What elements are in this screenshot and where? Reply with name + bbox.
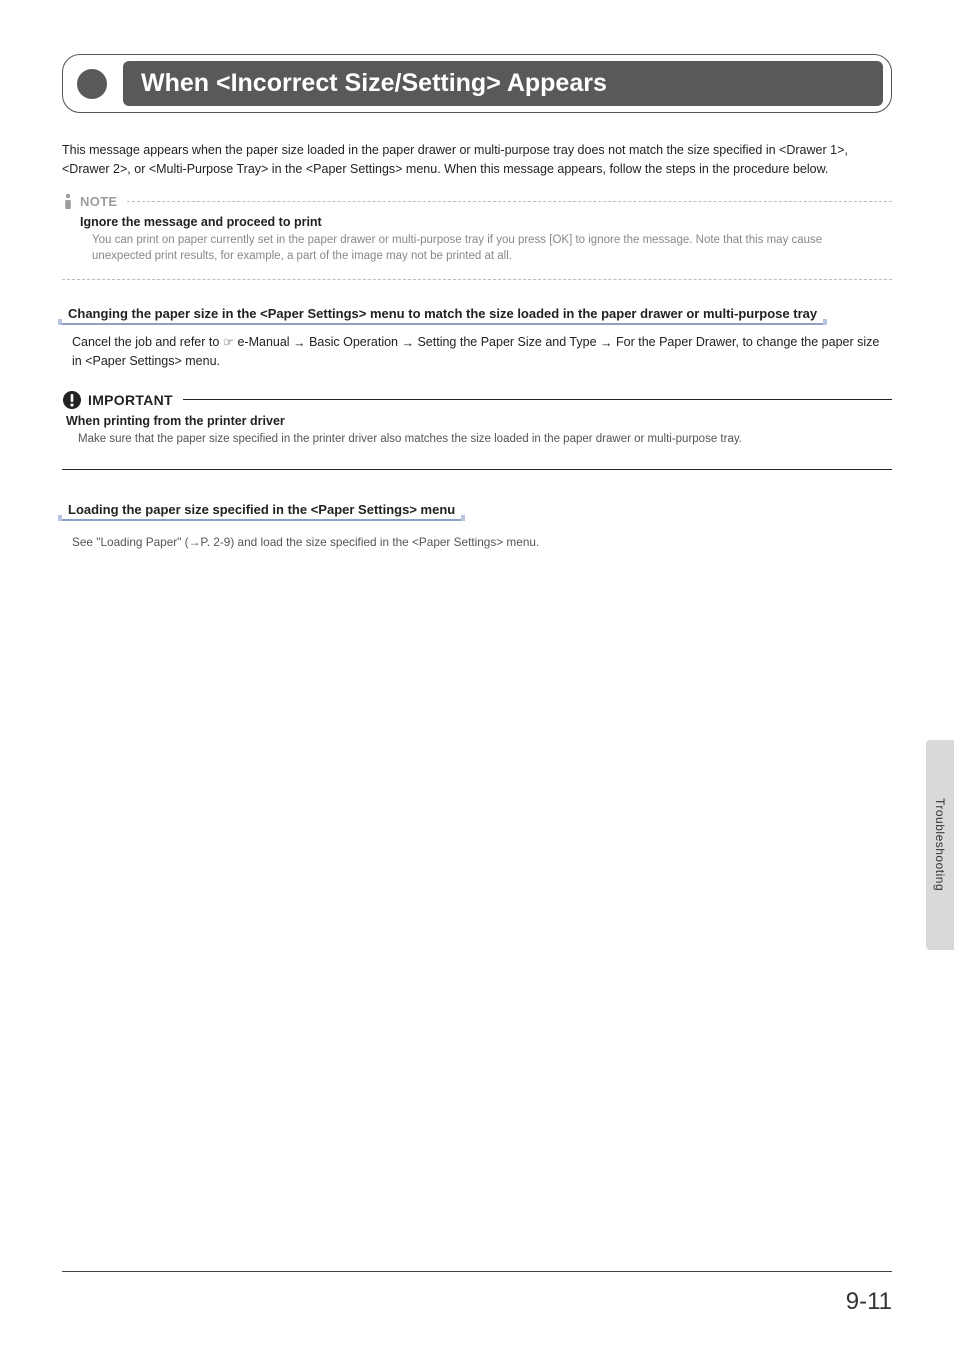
breadcrumb-step: Setting the Paper Size and Type bbox=[417, 335, 596, 349]
footer-divider bbox=[62, 1271, 892, 1272]
section-2: Loading the paper size specified in the … bbox=[62, 498, 892, 549]
manual-page: When <Incorrect Size/Setting> Appears Th… bbox=[0, 0, 954, 1350]
solid-divider bbox=[62, 469, 892, 470]
section-heading: Changing the paper size in the <Paper Se… bbox=[62, 306, 823, 325]
arrow-icon: → bbox=[401, 334, 414, 353]
dashed-divider bbox=[127, 201, 892, 202]
important-header-row: IMPORTANT bbox=[62, 390, 892, 410]
solid-divider bbox=[183, 399, 892, 400]
note-header-row: NOTE bbox=[62, 193, 892, 211]
arrow-icon: → bbox=[600, 334, 613, 353]
page-title-container: When <Incorrect Size/Setting> Appears bbox=[62, 54, 892, 113]
section-heading: Loading the paper size specified in the … bbox=[62, 502, 461, 521]
note-subheading: Ignore the message and proceed to print bbox=[80, 215, 892, 229]
page-number: 9-11 bbox=[846, 1288, 892, 1316]
note-body: You can print on paper currently set in … bbox=[92, 232, 882, 265]
side-tab-label: Troubleshooting bbox=[933, 798, 947, 891]
important-subheading: When printing from the printer driver bbox=[66, 414, 892, 428]
bullet-icon bbox=[77, 69, 107, 99]
note-icon bbox=[62, 193, 74, 211]
breadcrumb-step: Basic Operation bbox=[309, 335, 398, 349]
important-icon bbox=[62, 390, 82, 410]
reference-link: ☞ e-Manual bbox=[223, 335, 290, 349]
section-body: See "Loading Paper" (→P. 2-9) and load t… bbox=[72, 535, 882, 549]
important-body: Make sure that the paper size specified … bbox=[78, 431, 882, 448]
breadcrumb-step: For the Paper Drawer bbox=[616, 335, 736, 349]
intro-paragraph: This message appears when the paper size… bbox=[62, 141, 892, 179]
page-title: When <Incorrect Size/Setting> Appears bbox=[123, 61, 883, 106]
chapter-side-tab: Troubleshooting bbox=[926, 740, 954, 950]
text-fragment: Cancel the job and refer to bbox=[72, 335, 223, 349]
note-label: NOTE bbox=[80, 194, 117, 209]
page-title-frame: When <Incorrect Size/Setting> Appears bbox=[62, 54, 892, 113]
section-1: Changing the paper size in the <Paper Se… bbox=[62, 302, 892, 372]
section-body: Cancel the job and refer to ☞ e-Manual →… bbox=[72, 333, 882, 372]
dashed-divider bbox=[62, 279, 892, 280]
arrow-icon: → bbox=[293, 334, 306, 353]
important-label: IMPORTANT bbox=[88, 392, 173, 408]
